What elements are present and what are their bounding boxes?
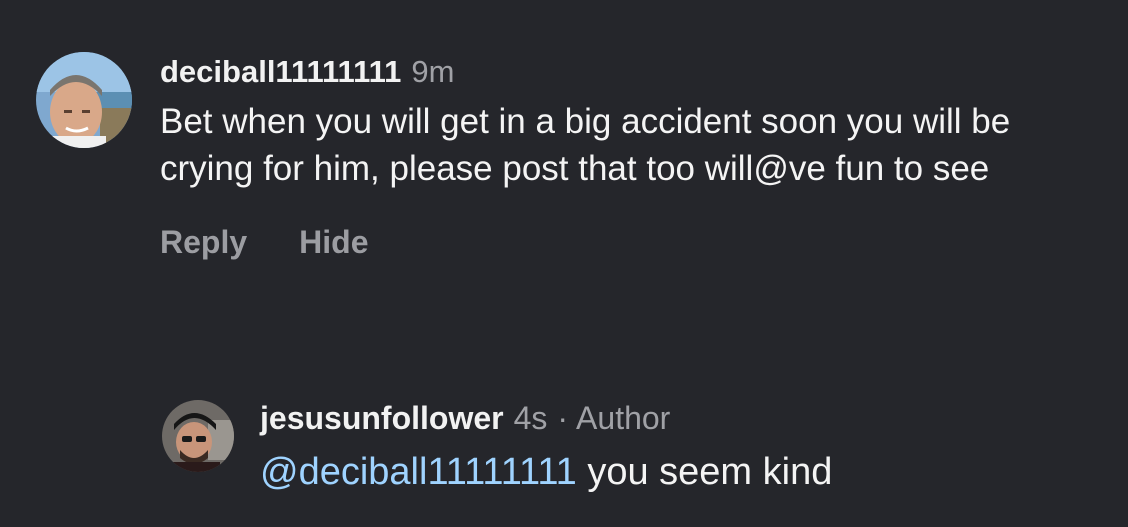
comment: deciball11111111 9m Bet when you will ge… (36, 52, 1100, 261)
comment-text-body: you seem kind (576, 451, 833, 493)
avatar[interactable] (162, 400, 234, 472)
comment-timestamp: 9m (411, 54, 455, 89)
meta-separator: · (557, 400, 569, 436)
avatar-photo-icon (36, 52, 132, 148)
reply-button[interactable]: Reply (160, 224, 247, 261)
hide-button[interactable]: Hide (299, 224, 368, 261)
comment-username[interactable]: jesusunfollower (260, 400, 504, 437)
avatar-photo-icon (162, 400, 234, 472)
comment-username[interactable]: deciball11111111 (160, 54, 401, 90)
comment-text: @deciball11111111 you seem kind (260, 449, 832, 496)
avatar[interactable] (36, 52, 132, 148)
comment-timestamp: 4s (513, 400, 548, 436)
mention-link[interactable]: @deciball11111111 (260, 451, 577, 493)
author-badge: Author (576, 400, 671, 436)
comment-text: Bet when you will get in a big accident … (160, 102, 1011, 188)
reply-comment: jesusunfollower 4s · Author @deciball111… (162, 400, 832, 496)
